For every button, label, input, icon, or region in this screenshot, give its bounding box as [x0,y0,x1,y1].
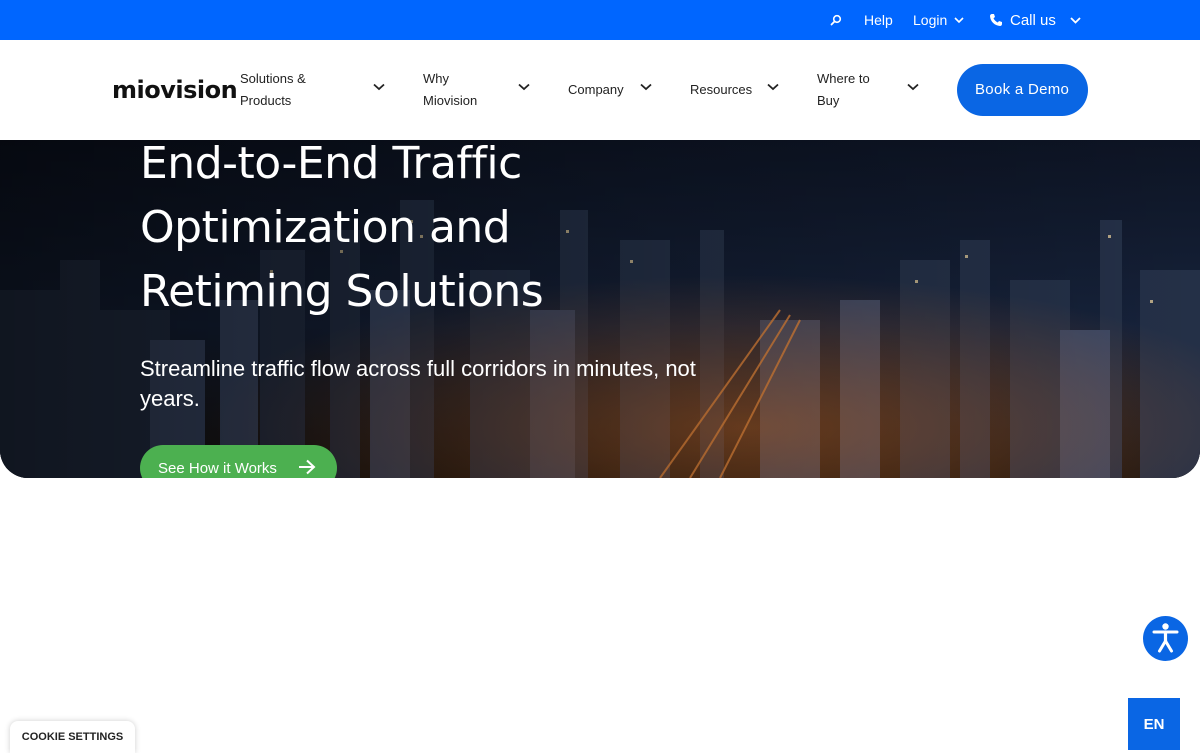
nav-where-to-buy[interactable]: Where to Buy [817,40,927,140]
nav-label: Resources [690,82,753,97]
chevron-down-icon [907,83,919,91]
call-us-menu[interactable]: Call us [989,0,1081,40]
accessibility-icon [1152,623,1179,653]
hero-section: End-to-End Traffic Optimization and Reti… [0,140,1200,478]
logo-text: miovision [112,76,238,104]
nav-label: Company [568,82,624,97]
help-label: Help [864,12,893,28]
cookie-settings-button[interactable]: COOKIE SETTINGS [10,721,135,753]
login-label: Login [913,12,948,28]
language-selector[interactable]: EN [1128,698,1180,750]
chevron-down-icon [1070,16,1081,24]
nav-label: Where to Buy [817,71,870,108]
chevron-down-icon [767,83,779,91]
search-icon [830,14,842,26]
book-demo-button[interactable]: Book a Demo [957,64,1088,116]
main-header: miovision Solutions & Products Why Miovi… [0,40,1200,140]
miovision-logo[interactable]: miovision [112,76,238,104]
nav-label: Why Miovision [423,71,478,108]
cta-label: See How it Works [158,459,277,477]
chevron-down-icon [640,83,652,91]
see-how-it-works-button[interactable]: See How it Works [140,445,337,478]
arrow-right-icon [299,459,316,475]
help-link[interactable]: Help [864,0,893,40]
chevron-down-icon [373,83,385,91]
phone-icon [990,14,1002,26]
nav-why-miovision[interactable]: Why Miovision [423,40,533,140]
chevron-down-icon [518,83,530,91]
call-us-label: Call us [1010,11,1056,29]
accessibility-button[interactable] [1143,616,1188,661]
nav-resources[interactable]: Resources [690,40,785,140]
search-button[interactable] [830,0,842,40]
nav-company[interactable]: Company [568,40,658,140]
nav-label: Solutions & Products [240,71,306,108]
hero-title: End-to-End Traffic Optimization and Reti… [140,140,544,317]
chevron-down-icon [954,16,964,23]
hero-subtitle: Streamline traffic flow across full corr… [140,356,696,411]
login-menu[interactable]: Login [913,0,964,40]
nav-solutions-products[interactable]: Solutions & Products [240,40,390,140]
top-utility-bar: Help Login Call us [0,0,1200,40]
